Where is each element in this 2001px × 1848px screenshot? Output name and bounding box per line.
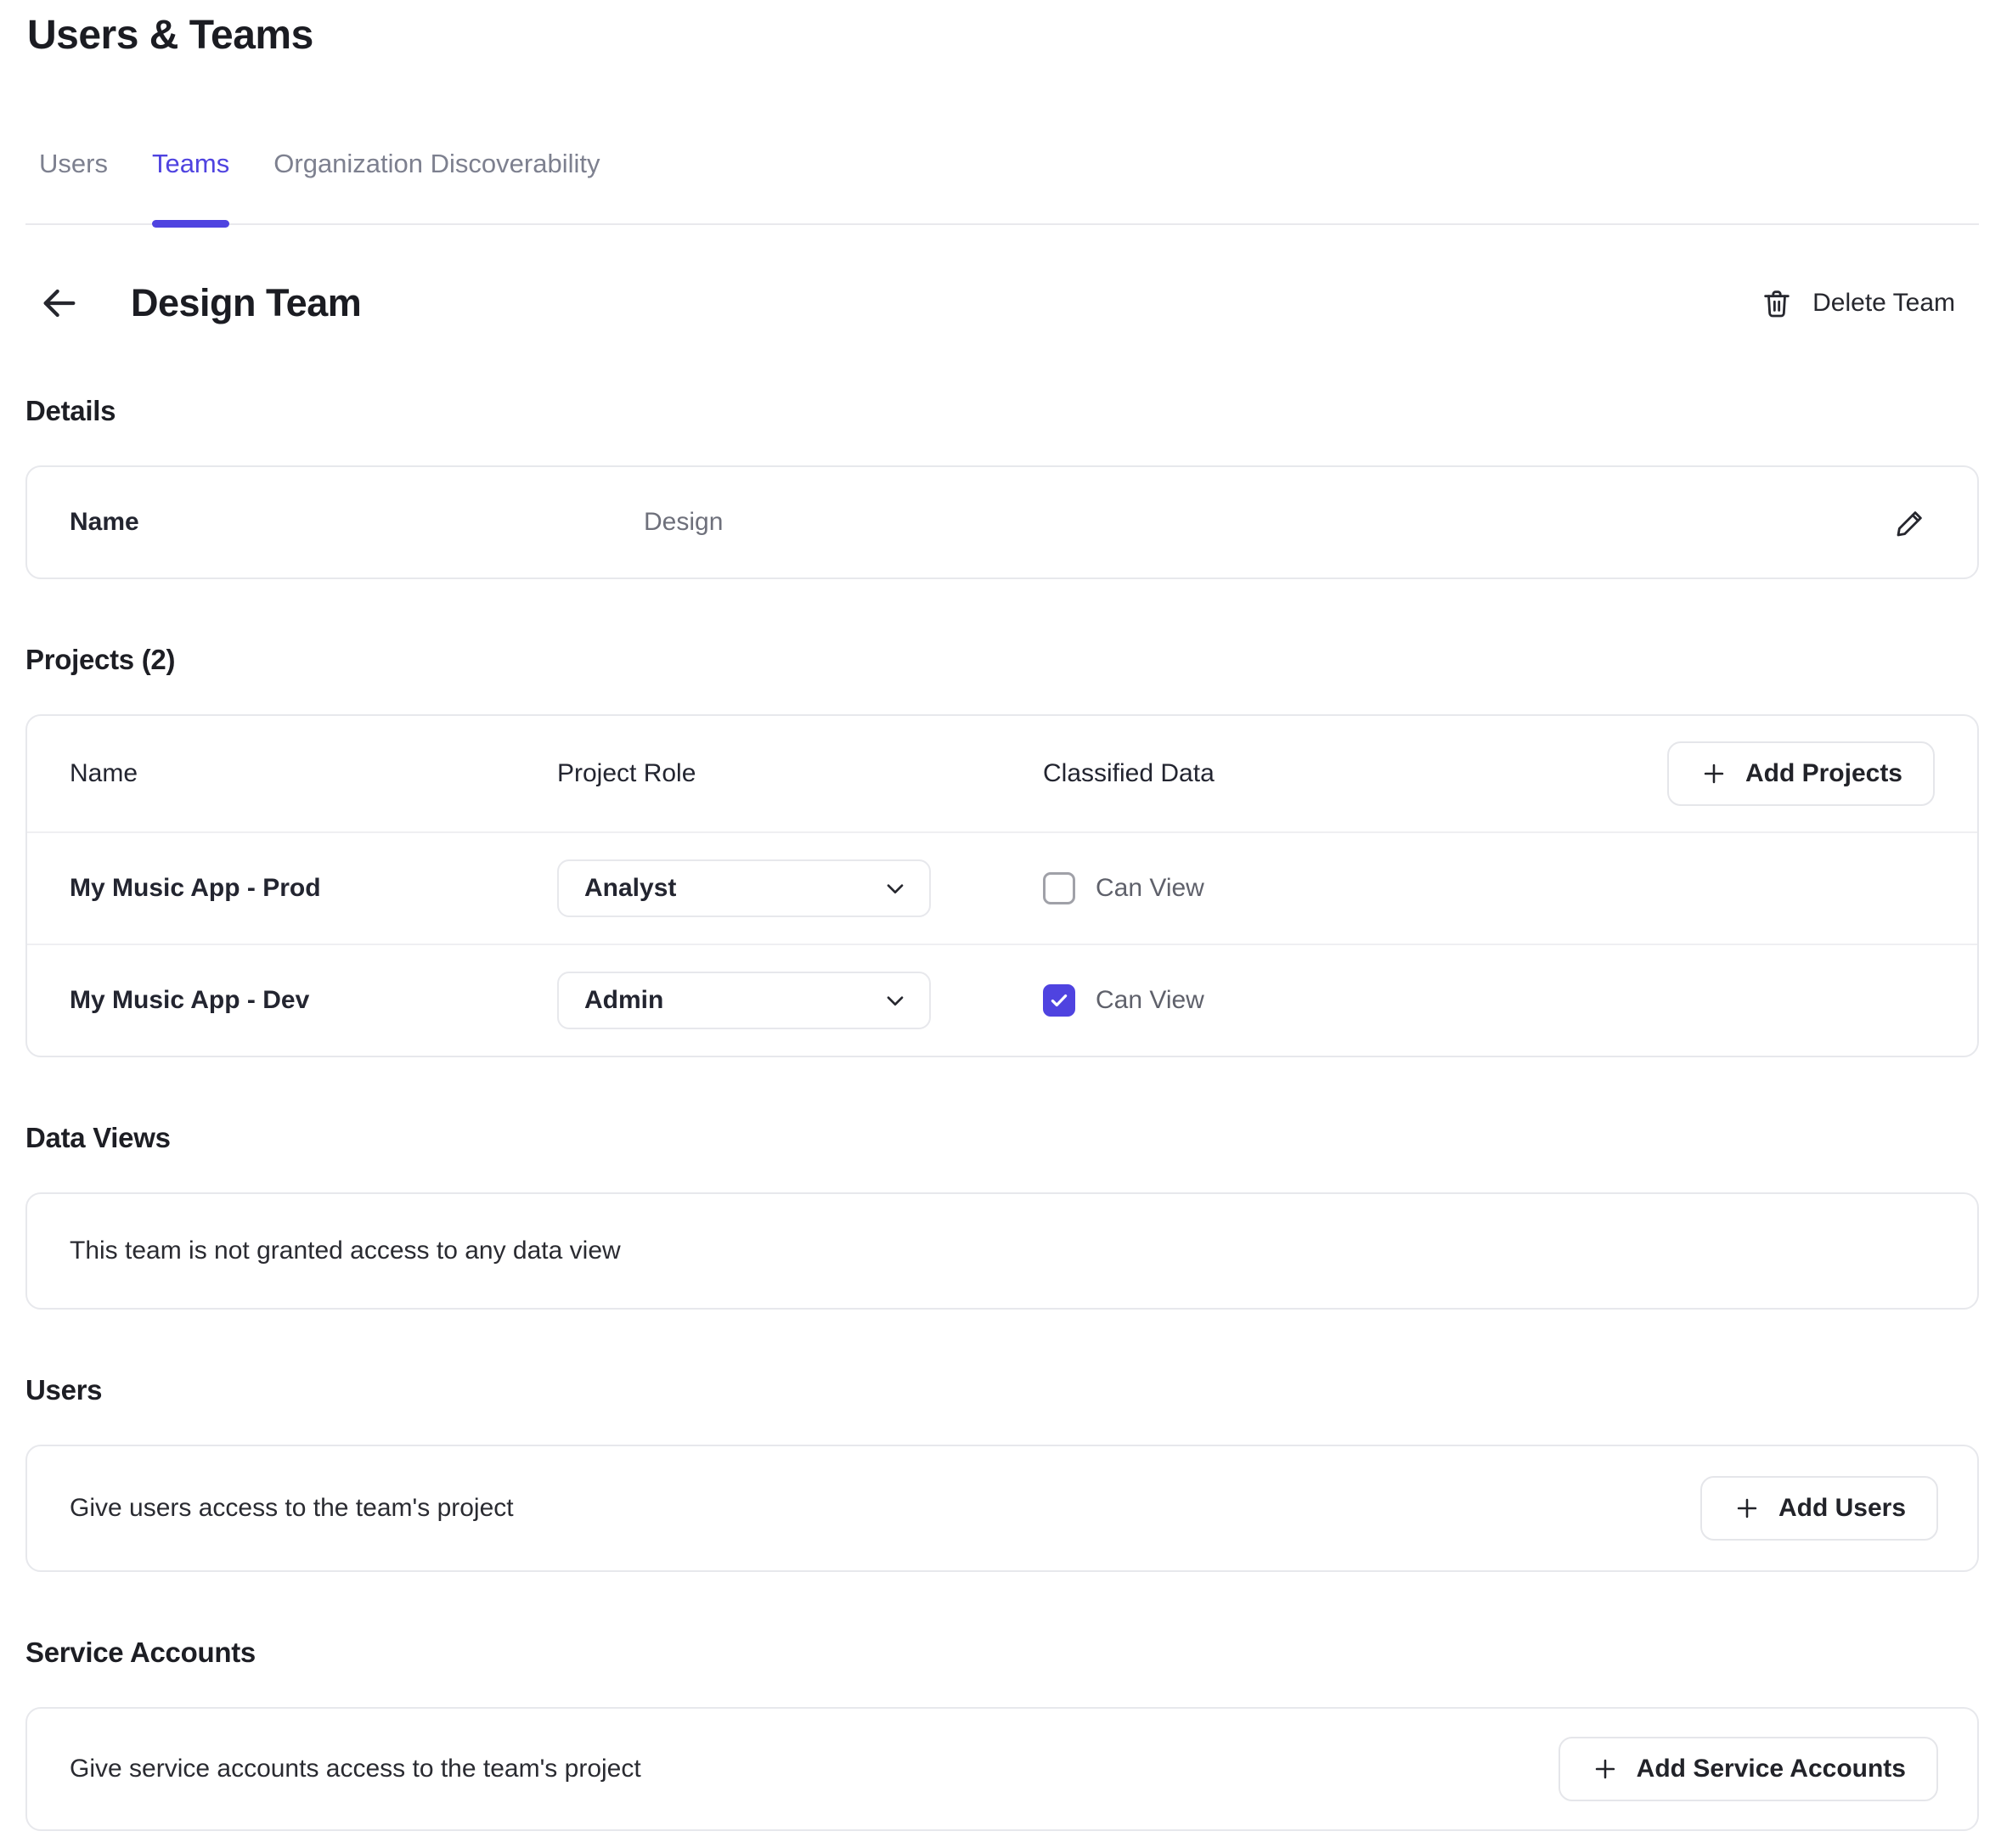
page-title: Users & Teams [25,12,1979,59]
settings-page: Users & Teams Users Teams Organization D… [0,0,2001,1848]
trash-icon [1760,286,1794,320]
column-name: Name [70,759,557,788]
column-project-role: Project Role [557,759,1043,788]
add-users-button[interactable]: Add Users [1700,1476,1938,1541]
project-role-select[interactable]: Analyst [557,859,931,917]
classified-data-cell: Can View [1043,872,1935,904]
data-views-card: This team is not granted access to any d… [25,1192,1979,1310]
project-row-prod: My Music App - Prod Analyst Can View [27,831,1977,944]
details-card: Name Design [25,465,1979,579]
tab-teams[interactable]: Teams [152,149,229,223]
users-description: Give users access to the team's project [70,1494,514,1523]
classified-data-cell: Can View [1043,984,1935,1017]
team-title: Design Team [131,281,361,325]
delete-team-label: Delete Team [1812,289,1955,318]
back-button[interactable] [32,276,87,330]
tab-bar: Users Teams Organization Discoverability [25,149,1979,225]
plus-icon [1591,1755,1620,1783]
project-role-value: Analyst [584,874,676,903]
users-heading: Users [25,1374,1979,1406]
users-card: Give users access to the team's project … [25,1445,1979,1572]
name-label: Name [70,508,644,537]
details-heading: Details [25,395,1979,427]
add-users-label: Add Users [1778,1494,1906,1523]
column-classified-data: Classified Data [1043,759,1667,788]
project-name: My Music App - Dev [70,986,557,1015]
project-role-value: Admin [584,986,663,1015]
check-icon [1048,989,1070,1011]
project-row-dev: My Music App - Dev Admin Can View [27,944,1977,1056]
arrow-left-icon [36,279,83,327]
projects-table: Name Project Role Classified Data Add Pr… [25,714,1979,1057]
plus-icon [1733,1494,1761,1523]
project-role-select[interactable]: Admin [557,972,931,1029]
name-value: Design [644,508,1887,537]
pencil-icon [1894,505,1928,539]
data-views-heading: Data Views [25,1122,1979,1154]
add-projects-label: Add Projects [1745,759,1902,788]
chevron-down-icon [882,875,909,902]
tab-organization-discoverability[interactable]: Organization Discoverability [273,149,600,223]
plus-icon [1699,759,1728,788]
projects-heading: Projects (2) [25,644,1979,676]
can-view-checkbox[interactable] [1043,984,1075,1017]
edit-name-button[interactable] [1887,499,1935,546]
add-service-accounts-button[interactable]: Add Service Accounts [1559,1737,1938,1801]
service-accounts-heading: Service Accounts [25,1637,1979,1669]
add-service-accounts-label: Add Service Accounts [1637,1755,1906,1783]
add-projects-button[interactable]: Add Projects [1667,741,1935,806]
chevron-down-icon [882,987,909,1014]
service-accounts-description: Give service accounts access to the team… [70,1755,641,1783]
can-view-label: Can View [1096,986,1204,1015]
delete-team-button[interactable]: Delete Team [1760,286,1979,320]
projects-header-row: Name Project Role Classified Data Add Pr… [27,716,1977,831]
data-views-empty-text: This team is not granted access to any d… [70,1237,621,1265]
team-header: Design Team Delete Team [25,276,1979,330]
can-view-label: Can View [1096,874,1204,903]
tab-users[interactable]: Users [39,149,108,223]
service-accounts-card: Give service accounts access to the team… [25,1707,1979,1831]
project-name: My Music App - Prod [70,874,557,903]
can-view-checkbox[interactable] [1043,872,1075,904]
